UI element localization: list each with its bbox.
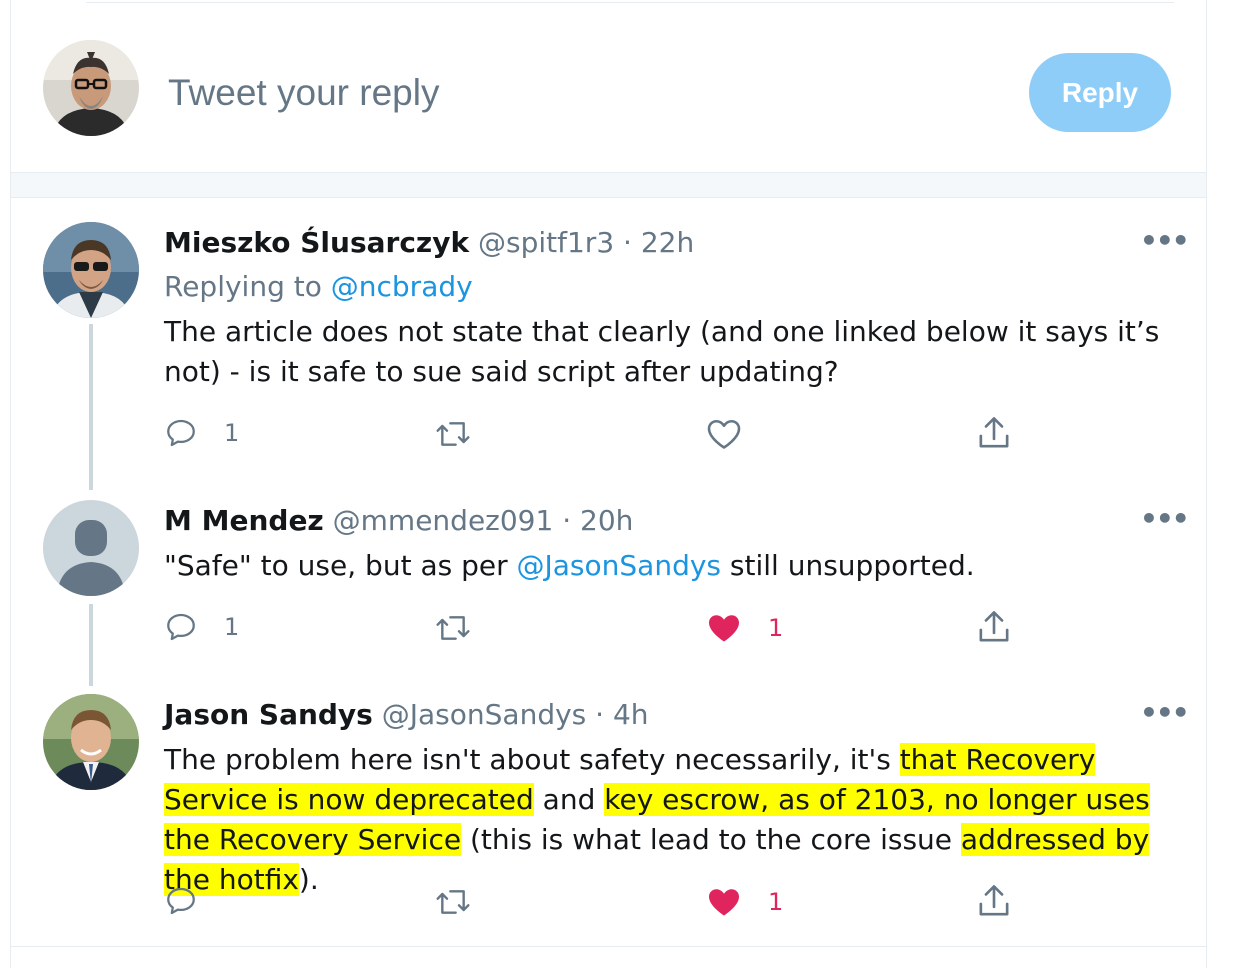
heart-icon <box>707 419 741 449</box>
author-handle[interactable]: @spitf1r3 <box>478 226 614 259</box>
retweet-icon <box>436 422 470 446</box>
tweet-text: The article does not state that clearly … <box>164 315 1160 388</box>
tweet-time[interactable]: · 4h <box>595 698 648 731</box>
share-upload-icon <box>979 417 1009 448</box>
like-count: 1 <box>768 888 784 916</box>
speech-bubble-icon <box>167 419 195 447</box>
text-segment: ). <box>298 863 319 896</box>
avatar-jason[interactable] <box>43 694 139 790</box>
share-action[interactable] <box>976 882 1012 920</box>
author-name[interactable]: Mieszko Ślusarczyk <box>164 226 469 259</box>
speech-bubble-icon <box>167 887 195 915</box>
text-segment: still unsupported. <box>721 549 975 582</box>
share-upload-icon <box>979 885 1009 916</box>
thread-connector <box>89 324 93 490</box>
more-dots-icon[interactable]: ••• <box>1140 224 1190 257</box>
retweet-action[interactable] <box>434 418 472 450</box>
tweet-header: Mieszko Ślusarczyk @spitf1r3 · 22h <box>164 226 694 259</box>
speech-bubble-icon <box>167 613 195 641</box>
reply-action[interactable] <box>164 884 198 918</box>
text-segment: and <box>533 783 605 816</box>
tweet-time[interactable]: · 20h <box>562 504 633 537</box>
reply-button[interactable]: Reply <box>1029 53 1171 132</box>
reply-action[interactable]: 1 <box>164 416 239 450</box>
replying-mention[interactable]: @ncbrady <box>331 270 473 303</box>
avatar-mieszko[interactable] <box>43 222 139 318</box>
mention-link[interactable]: @JasonSandys <box>517 549 722 582</box>
share-action[interactable] <box>976 608 1012 646</box>
retweet-action[interactable] <box>434 612 472 644</box>
heart-icon <box>709 615 739 642</box>
text-segment: "Safe" to use, but as per <box>164 549 517 582</box>
divider <box>86 2 1174 3</box>
divider <box>11 946 1206 947</box>
like-action[interactable]: 1 <box>706 885 783 919</box>
retweet-icon <box>436 616 470 640</box>
author-name[interactable]: Jason Sandys <box>164 698 373 731</box>
text-segment: (this is what lead to the core issue <box>461 823 961 856</box>
author-handle[interactable]: @mmendez091 <box>333 504 554 537</box>
like-action[interactable]: 1 <box>706 611 783 645</box>
retweet-icon <box>436 890 470 914</box>
like-count: 1 <box>768 614 784 642</box>
tweet-header: M Mendez @mmendez091 · 20h <box>164 504 633 537</box>
tweet-time[interactable]: · 22h <box>623 226 694 259</box>
tweet-text: The problem here isn't about safety nece… <box>164 740 1174 900</box>
text-segment: The problem here isn't about safety nece… <box>164 743 900 776</box>
share-upload-icon <box>979 611 1009 642</box>
author-handle[interactable]: @JasonSandys <box>382 698 587 731</box>
section-separator <box>11 172 1206 198</box>
more-dots-icon[interactable]: ••• <box>1140 502 1190 535</box>
author-name[interactable]: M Mendez <box>164 504 324 537</box>
reply-count: 1 <box>224 613 240 641</box>
my-avatar[interactable] <box>43 40 139 136</box>
share-action[interactable] <box>976 414 1012 452</box>
heart-icon <box>709 889 739 916</box>
retweet-action[interactable] <box>434 886 472 918</box>
replying-prefix: Replying to <box>164 270 331 303</box>
tweet-text: "Safe" to use, but as per @JasonSandys s… <box>164 546 1174 586</box>
replying-to: Replying to @ncbrady <box>164 270 473 303</box>
reply-count: 1 <box>224 419 240 447</box>
like-action[interactable] <box>706 417 742 451</box>
reply-action[interactable]: 1 <box>164 610 239 644</box>
thread-connector <box>89 604 93 686</box>
more-dots-icon[interactable]: ••• <box>1140 696 1190 729</box>
avatar-mendez[interactable] <box>43 500 139 596</box>
reply-input[interactable]: Tweet your reply <box>168 72 439 114</box>
tweet-header: Jason Sandys @JasonSandys · 4h <box>164 698 649 731</box>
